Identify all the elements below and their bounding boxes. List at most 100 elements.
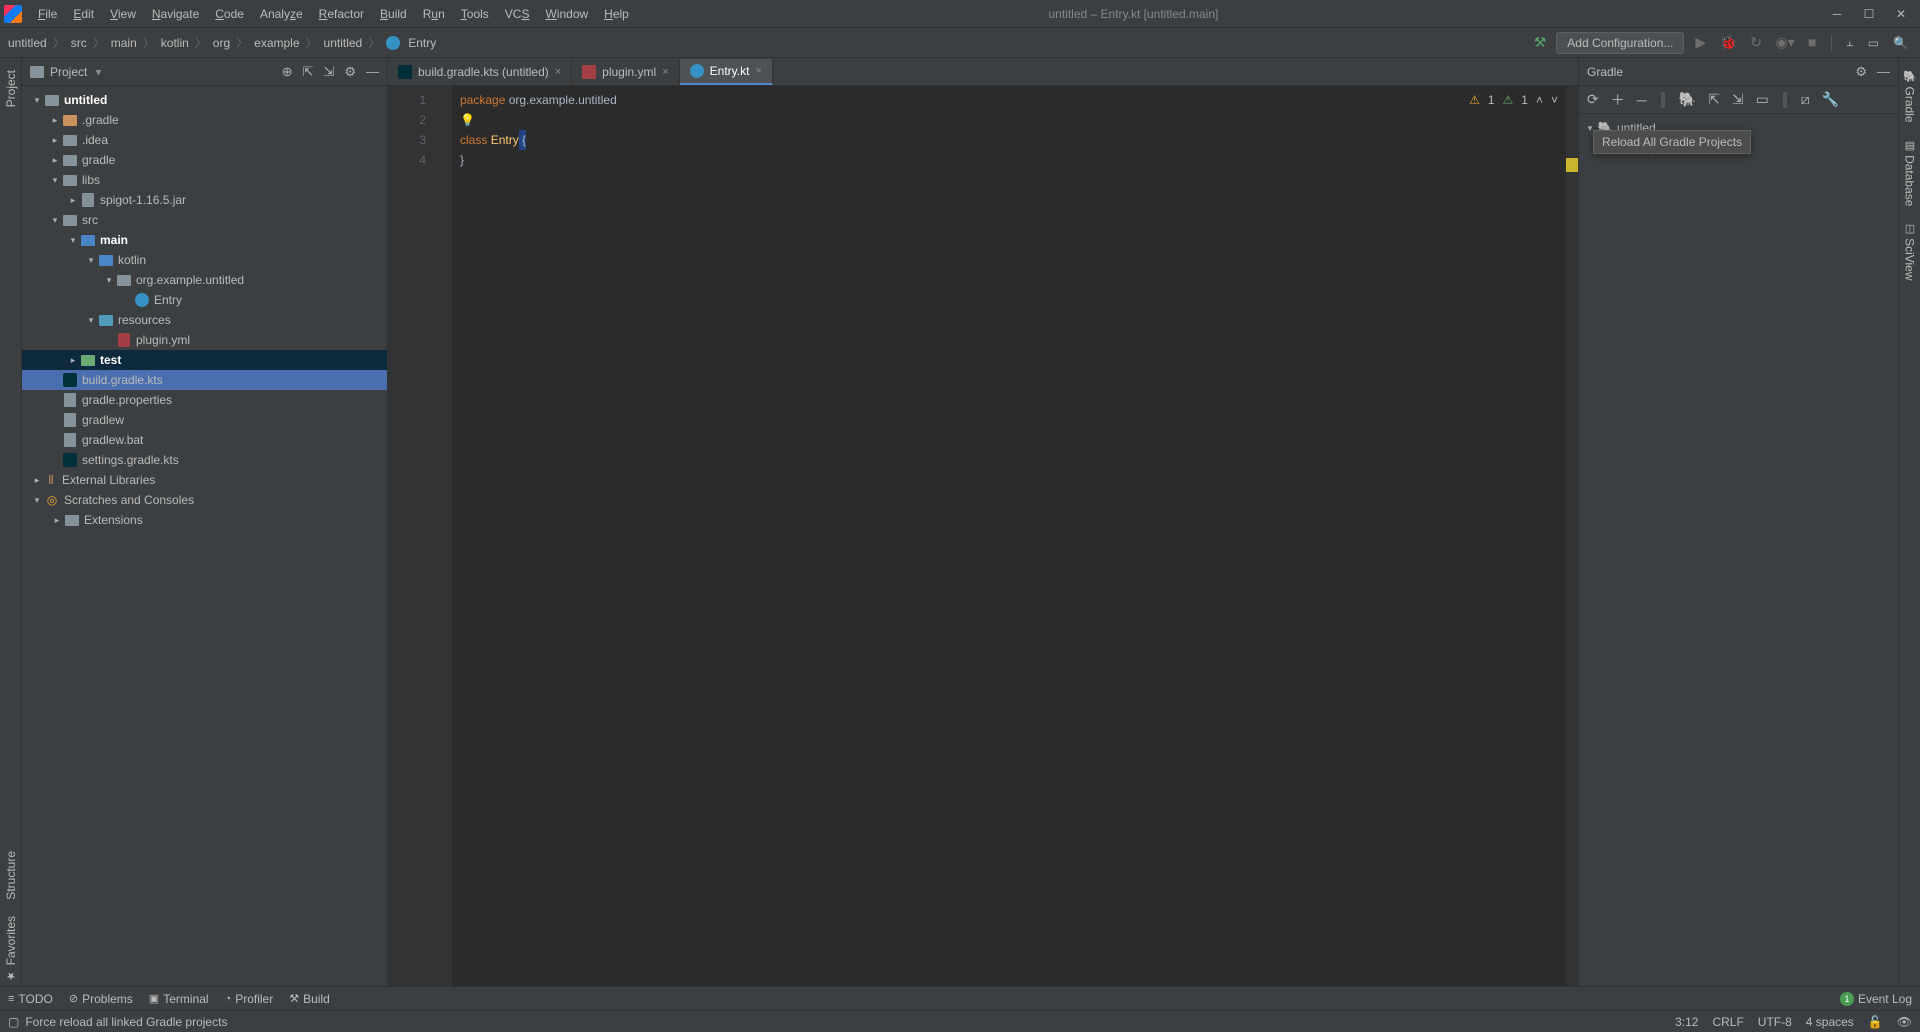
line-separator[interactable]: CRLF: [1712, 1015, 1743, 1029]
tab-build[interactable]: ⚒Build: [289, 992, 330, 1006]
tab-plugin-yml[interactable]: plugin.yml ×: [572, 59, 679, 85]
menu-view[interactable]: View: [102, 3, 144, 25]
offline-icon[interactable]: ⧄: [1799, 91, 1812, 108]
expand-icon[interactable]: ⇱: [1706, 91, 1722, 108]
collapse-all-icon[interactable]: ⇲: [323, 64, 334, 80]
elephant-icon[interactable]: 🐘: [1677, 91, 1698, 108]
prev-highlight-icon[interactable]: ˄: [1536, 90, 1543, 110]
tree-item[interactable]: gradle.properties: [22, 390, 387, 410]
tool-project[interactable]: Project: [4, 66, 18, 111]
tree-item[interactable]: ▾org.example.untitled: [22, 270, 387, 290]
close-button[interactable]: ✕: [1894, 7, 1908, 21]
hide-icon[interactable]: —: [1877, 64, 1890, 80]
crumb-0[interactable]: untitled: [8, 36, 47, 50]
tree-item[interactable]: gradlew: [22, 410, 387, 430]
close-icon[interactable]: ×: [662, 66, 668, 78]
tree-item[interactable]: settings.gradle.kts: [22, 450, 387, 470]
run-button[interactable]: ▶: [1690, 34, 1711, 50]
tree-item[interactable]: ▾src: [22, 210, 387, 230]
fold-gutter[interactable]: [438, 86, 452, 986]
crumb-2[interactable]: main: [111, 36, 137, 50]
crumb-4[interactable]: org: [213, 36, 230, 50]
gradle-settings-icon[interactable]: ⚙: [1855, 64, 1867, 80]
project-structure-icon[interactable]: ▭: [1864, 36, 1883, 50]
add-icon[interactable]: ＋: [1609, 90, 1627, 110]
close-icon[interactable]: ×: [555, 66, 561, 78]
reload-icon[interactable]: ⟳: [1585, 91, 1601, 108]
scratches-consoles[interactable]: ▾◎ Scratches and Consoles: [22, 490, 387, 510]
tab-entry-kt[interactable]: Entry.kt ×: [680, 59, 773, 85]
remove-icon[interactable]: ─: [1635, 92, 1649, 108]
menu-refactor[interactable]: Refactor: [311, 3, 372, 25]
menu-code[interactable]: Code: [207, 3, 252, 25]
intention-bulb-icon[interactable]: 💡: [460, 110, 475, 130]
dropdown-icon[interactable]: ▾: [95, 65, 101, 79]
status-icon[interactable]: ▢: [8, 1015, 19, 1029]
build-icon[interactable]: ⚒: [1534, 34, 1547, 51]
crumb-7[interactable]: Entry: [408, 36, 436, 50]
debug-button[interactable]: 🐞: [1715, 34, 1742, 50]
tree-item[interactable]: gradlew.bat: [22, 430, 387, 450]
readonly-icon[interactable]: 🔓: [1868, 1015, 1883, 1029]
tree-item[interactable]: ▾main: [22, 230, 387, 250]
menu-file[interactable]: File: [30, 3, 65, 25]
menu-build[interactable]: Build: [372, 3, 415, 25]
stop-button[interactable]: ■: [1803, 34, 1821, 50]
tab-profiler[interactable]: ◔Profiler: [225, 992, 274, 1006]
menu-edit[interactable]: Edit: [65, 3, 102, 25]
expand-all-icon[interactable]: ⇱: [303, 64, 314, 80]
tree-item[interactable]: ▸.gradle: [22, 110, 387, 130]
minimize-button[interactable]: ─: [1830, 7, 1844, 21]
tree-item[interactable]: Entry: [22, 290, 387, 310]
tree-item[interactable]: ▸.idea: [22, 130, 387, 150]
code-area[interactable]: package org.example.untitled 💡 class Ent…: [452, 86, 1566, 986]
gradle-tree[interactable]: ▾🐘 untitled Reload All Gradle Projects ▸…: [1579, 114, 1898, 986]
coverage-button[interactable]: ↻: [1745, 34, 1767, 50]
tree-item[interactable]: ▾resources: [22, 310, 387, 330]
project-tree[interactable]: ▾ untitled ▸.gradle▸.idea▸gradle▾libs▸sp…: [22, 86, 387, 986]
tool-gradle[interactable]: 🐘 Gradle: [1903, 66, 1917, 127]
git-icon[interactable]: ⫠: [1842, 35, 1857, 50]
tree-item[interactable]: ▸gradle: [22, 150, 387, 170]
external-libraries[interactable]: ▸⫴ External Libraries: [22, 470, 387, 490]
maximize-button[interactable]: ☐: [1862, 7, 1876, 21]
tree-item[interactable]: ▾kotlin: [22, 250, 387, 270]
inspection-widget[interactable]: ⚠1 ⚠1 ˄ ˅: [1469, 90, 1558, 110]
warning-marker[interactable]: [1566, 158, 1578, 172]
extensions-folder[interactable]: ▸ Extensions: [22, 510, 387, 530]
crumb-5[interactable]: example: [254, 36, 299, 50]
error-stripe[interactable]: [1566, 86, 1578, 986]
tab-terminal[interactable]: ▣Terminal: [149, 992, 209, 1006]
select-opened-icon[interactable]: ⊕: [282, 64, 293, 80]
run-config-select[interactable]: Add Configuration...: [1556, 32, 1684, 54]
search-icon[interactable]: 🔍: [1889, 36, 1912, 50]
menu-analyze[interactable]: Analyze: [252, 3, 311, 25]
hide-icon[interactable]: —: [366, 64, 379, 80]
tab-build-gradle[interactable]: build.gradle.kts (untitled) ×: [388, 59, 572, 85]
next-highlight-icon[interactable]: ˅: [1551, 90, 1558, 110]
tree-item[interactable]: build.gradle.kts: [22, 370, 387, 390]
profile-button[interactable]: ◉▾: [1770, 34, 1799, 50]
tree-root[interactable]: ▾ untitled: [22, 90, 387, 110]
project-panel-title[interactable]: Project: [50, 65, 87, 79]
crumb-1[interactable]: src: [71, 36, 87, 50]
encoding[interactable]: UTF-8: [1758, 1015, 1792, 1029]
event-log-button[interactable]: 1 Event Log: [1840, 992, 1912, 1006]
menu-navigate[interactable]: Navigate: [144, 3, 207, 25]
show-icon[interactable]: ▭: [1754, 91, 1771, 108]
wrench-icon[interactable]: 🔧: [1820, 91, 1841, 108]
editor-content[interactable]: 1 2 3 4 package org.example.untitled 💡 c…: [388, 86, 1578, 986]
tree-item[interactable]: plugin.yml: [22, 330, 387, 350]
tree-item[interactable]: ▾libs: [22, 170, 387, 190]
tool-database[interactable]: ▤ Database: [1903, 135, 1917, 210]
crumb-6[interactable]: untitled: [324, 36, 363, 50]
close-icon[interactable]: ×: [755, 65, 761, 77]
tool-favorites[interactable]: ★ Favorites: [4, 912, 18, 986]
tool-sciview[interactable]: ◫ SciView: [1903, 218, 1917, 285]
tab-problems[interactable]: ⊘Problems: [69, 992, 133, 1006]
inspection-eye-icon[interactable]: 👁: [1897, 1015, 1912, 1029]
tool-structure[interactable]: Structure: [4, 847, 18, 904]
collapse-icon[interactable]: ⇲: [1730, 91, 1746, 108]
tree-item[interactable]: ▸spigot-1.16.5.jar: [22, 190, 387, 210]
indent[interactable]: 4 spaces: [1806, 1015, 1854, 1029]
